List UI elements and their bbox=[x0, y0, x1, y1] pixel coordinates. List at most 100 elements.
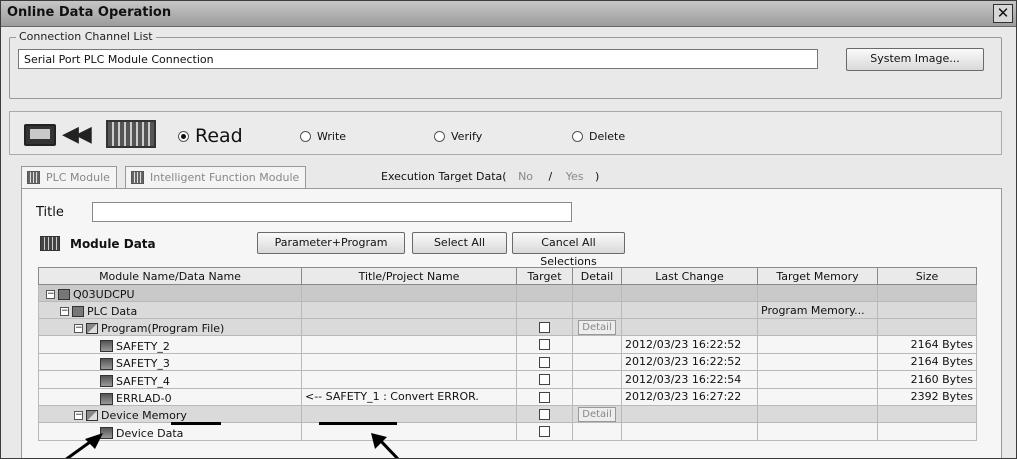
target-checkbox[interactable] bbox=[539, 339, 550, 351]
col-header-module-name[interactable]: Module Name/Data Name bbox=[38, 267, 302, 285]
table-row[interactable]: − Device Memory Detail bbox=[38, 405, 977, 423]
row-name: Program(Program File) bbox=[101, 321, 225, 335]
write-radio[interactable]: Write bbox=[300, 130, 346, 143]
table-row[interactable]: SAFETY_4 2012/03/23 16:22:54 2160 Bytes bbox=[38, 370, 977, 389]
cell-target bbox=[516, 284, 573, 302]
cancel-all-selections-button[interactable]: Cancel All Selections bbox=[512, 232, 625, 268]
cell-module-name: − Program(Program File) bbox=[38, 318, 302, 336]
cell-module-name: SAFETY_4 bbox=[38, 370, 302, 389]
cell-last-change bbox=[621, 422, 758, 441]
plc-icon bbox=[106, 120, 156, 148]
verify-radio-dot[interactable] bbox=[434, 131, 445, 142]
cell-size: 2160 Bytes bbox=[877, 370, 977, 389]
select-all-button[interactable]: Select All bbox=[412, 232, 507, 254]
cell-target bbox=[516, 387, 573, 406]
device-memory-icon bbox=[86, 409, 98, 421]
collapse-toggle-icon[interactable]: − bbox=[74, 323, 83, 333]
col-header-target[interactable]: Target bbox=[516, 267, 573, 285]
cell-target-memory bbox=[757, 370, 878, 389]
col-header-target-memory[interactable]: Target Memory bbox=[757, 267, 878, 285]
detail-button[interactable]: Detail bbox=[578, 406, 616, 422]
cell-last-change bbox=[621, 318, 758, 336]
module-data-panel: Title Module Data Parameter+Program Sele… bbox=[21, 188, 1002, 458]
cell-size bbox=[877, 318, 977, 336]
tab-intelligent-function-module[interactable]: Intelligent Function Module bbox=[125, 166, 307, 190]
cell-target-memory bbox=[757, 335, 878, 354]
table-header-row: Module Name/Data Name Title/Project Name… bbox=[38, 267, 977, 285]
cell-title bbox=[301, 284, 517, 302]
cell-last-change: 2012/03/23 16:22:54 bbox=[621, 370, 758, 389]
cell-detail bbox=[572, 370, 622, 389]
target-checkbox[interactable] bbox=[539, 391, 550, 403]
program-file-icon bbox=[100, 357, 113, 370]
cell-detail bbox=[572, 335, 622, 354]
module-data-table: Module Name/Data Name Title/Project Name… bbox=[38, 267, 977, 441]
cpu-icon bbox=[58, 288, 70, 300]
cell-size bbox=[877, 301, 977, 319]
cell-module-name: − Device Memory bbox=[38, 405, 302, 423]
table-row[interactable]: SAFETY_3 2012/03/23 16:22:52 2164 Bytes bbox=[38, 352, 977, 371]
read-radio[interactable]: Read bbox=[178, 125, 243, 147]
tab-plc-module[interactable]: PLC Module bbox=[21, 166, 117, 190]
table-row[interactable]: − PLC Data Program Memory... bbox=[38, 301, 977, 319]
title-input[interactable] bbox=[92, 202, 572, 222]
collapse-toggle-icon[interactable]: − bbox=[74, 410, 83, 420]
target-checkbox[interactable] bbox=[539, 322, 550, 333]
cell-target bbox=[516, 335, 573, 354]
col-header-last-change[interactable]: Last Change bbox=[621, 267, 758, 285]
cell-title bbox=[301, 318, 517, 336]
cell-detail bbox=[572, 352, 622, 371]
module-data-label: Module Data bbox=[70, 237, 156, 251]
connection-channel-group: Connection Channel List Serial Port PLC … bbox=[9, 30, 1002, 99]
personal-computer-icon bbox=[24, 124, 56, 146]
transfer-arrow-icon: ◀◀ bbox=[62, 122, 92, 147]
cell-detail bbox=[572, 422, 622, 441]
table-row[interactable]: ERRLAD-0 <-- SAFETY_1 : Convert ERROR. 201… bbox=[38, 387, 977, 406]
table-row[interactable]: − Program(Program File) Detail bbox=[38, 318, 977, 336]
write-radio-dot[interactable] bbox=[300, 131, 311, 142]
collapse-toggle-icon[interactable]: − bbox=[46, 289, 55, 299]
system-image-button[interactable]: System Image... bbox=[846, 48, 984, 71]
cell-detail bbox=[572, 301, 622, 319]
row-name: Q03UDCPU bbox=[73, 287, 135, 301]
exec-target-yes: Yes bbox=[565, 170, 584, 183]
online-data-operation-window: Online Data Operation ✕ Connection Chann… bbox=[0, 0, 1017, 459]
program-file-icon bbox=[100, 392, 113, 405]
collapse-toggle-icon[interactable]: − bbox=[60, 306, 69, 316]
delete-radio-dot[interactable] bbox=[572, 131, 583, 142]
connection-channel-field[interactable]: Serial Port PLC Module Connection bbox=[18, 49, 818, 69]
verify-radio[interactable]: Verify bbox=[434, 130, 482, 143]
close-button[interactable]: ✕ bbox=[993, 4, 1013, 23]
delete-radio[interactable]: Delete bbox=[572, 130, 625, 143]
cell-target-memory bbox=[757, 352, 878, 371]
cell-module-name: − PLC Data bbox=[38, 301, 302, 319]
program-file-icon bbox=[100, 340, 113, 352]
tab-plc-module-label: PLC Module bbox=[46, 171, 110, 184]
row-name: Device Data bbox=[116, 426, 184, 440]
delete-radio-label: Delete bbox=[589, 130, 626, 143]
detail-button[interactable]: Detail bbox=[578, 319, 616, 335]
table-row[interactable]: SAFETY_2 2012/03/23 16:22:52 2164 Bytes bbox=[38, 335, 977, 354]
target-checkbox[interactable] bbox=[539, 374, 550, 386]
cell-target bbox=[516, 352, 573, 371]
callout-arrow-right-icon bbox=[371, 433, 400, 458]
col-header-detail[interactable]: Detail bbox=[572, 267, 622, 285]
callout-arrow-left-icon bbox=[65, 433, 103, 458]
read-radio-dot[interactable] bbox=[178, 130, 189, 142]
row-name: SAFETY_2 bbox=[116, 339, 170, 353]
table-row[interactable]: Device Data bbox=[38, 422, 977, 441]
read-radio-label: Read bbox=[195, 125, 243, 147]
parameter-program-button[interactable]: Parameter+Program bbox=[257, 232, 405, 254]
row-name: PLC Data bbox=[87, 304, 138, 318]
title-bar[interactable]: Online Data Operation ✕ bbox=[1, 1, 1016, 27]
cell-target-memory: Program Memory... bbox=[757, 301, 878, 319]
table-row[interactable]: − Q03UDCPU bbox=[38, 284, 977, 302]
plc-module-icon bbox=[27, 171, 40, 184]
target-checkbox[interactable] bbox=[539, 426, 550, 438]
col-header-size[interactable]: Size bbox=[877, 267, 977, 285]
exec-target-no: No bbox=[518, 170, 534, 183]
target-checkbox[interactable] bbox=[539, 356, 550, 368]
cell-size: 2392 Bytes bbox=[877, 387, 977, 406]
col-header-title[interactable]: Title/Project Name bbox=[301, 267, 517, 285]
target-checkbox[interactable] bbox=[539, 409, 550, 420]
